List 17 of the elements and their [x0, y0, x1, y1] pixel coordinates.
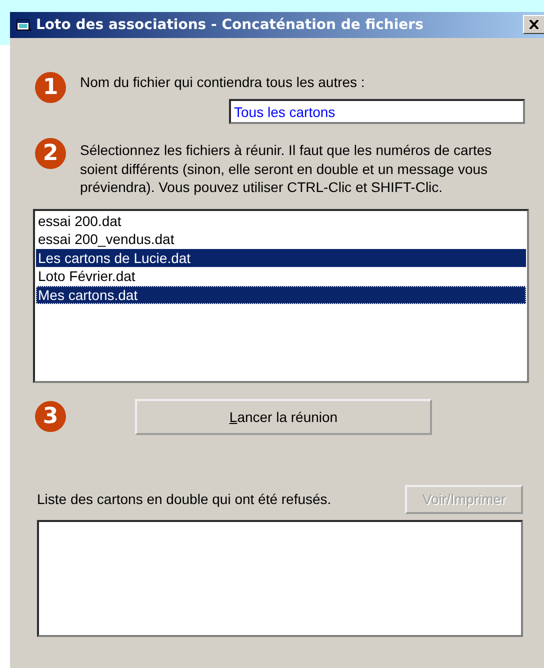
file-list-item[interactable]: essai 200_vendus.dat	[36, 230, 526, 248]
close-button[interactable]	[523, 15, 544, 34]
file-list-item[interactable]: Mes cartons.dat	[36, 286, 526, 304]
step-number: 3	[35, 401, 66, 432]
file-list-item[interactable]: essai 200.dat	[36, 212, 526, 230]
close-icon	[529, 20, 539, 29]
window-title: Loto des associations - Concaténation de fichiers	[36, 17, 424, 33]
step-number: 1	[35, 72, 66, 103]
file-list-item[interactable]: Loto Février.dat	[36, 267, 526, 286]
file-list-item[interactable]: Les cartons de Lucie.dat	[36, 248, 526, 267]
file-name-field[interactable]: Tous les cartons	[229, 99, 525, 124]
run-button[interactable]: Lancer la réunion	[135, 398, 432, 434]
field-label: Nom du fichier qui contiendra tous les autres :	[80, 73, 366, 91]
step-number: 2	[35, 138, 66, 169]
app-icon	[16, 18, 32, 32]
rejected-label: Liste des cartons en double qui ont été refusés.	[37, 491, 332, 507]
instructions-text: Sélectionnez les fichiers à réunir. Il faut que les numéros de cartes soient différents (sinon, elle seront en double et un message vous préviendra). Vous pouvez utiliser CTRL-Clic et SHIFT-Clic.	[80, 141, 493, 196]
